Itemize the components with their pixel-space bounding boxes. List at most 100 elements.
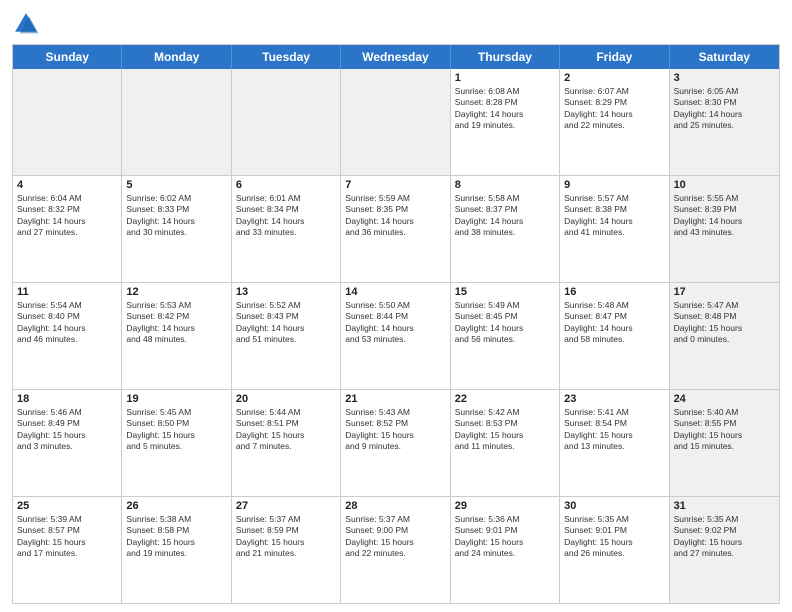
calendar-cell-20: 20 Sunrise: 5:44 AM Sunset: 8:51 PM Dayli… <box>232 390 341 496</box>
calendar-week-1: 1 Sunrise: 6:08 AM Sunset: 8:28 PM Daylig… <box>13 69 779 176</box>
calendar-cell-23: 23Sunrise: 5:41 AM Sunset: 8:54 PM Dayli… <box>560 390 669 496</box>
day-number: 2 <box>564 72 664 84</box>
day-info: Sunrise: 5:46 AM Sunset: 8:49 PM Dayligh… <box>17 407 117 453</box>
day-info: Sunrise: 5:37 AM Sunset: 9:00 PM Dayligh… <box>345 514 445 560</box>
header-day-monday: Monday <box>122 45 231 69</box>
day-info: Sunrise: 6:08 AM Sunset: 8:28 PM Dayligh… <box>455 86 555 132</box>
day-info: Sunrise: 5:37 AM Sunset: 8:59 PM Dayligh… <box>236 514 336 560</box>
calendar-cell-21: 21 Sunrise: 5:43 AM Sunset: 8:52 PM Dayli… <box>341 390 450 496</box>
day-info: Sunrise: 5:36 AM Sunset: 9:01 PM Dayligh… <box>455 514 555 560</box>
calendar-cell-1: 1 Sunrise: 6:08 AM Sunset: 8:28 PM Daylig… <box>451 69 560 175</box>
calendar-cell-25: 25 Sunrise: 5:39 AM Sunset: 8:57 PM Dayli… <box>13 497 122 603</box>
calendar-cell-16: 16Sunrise: 5:48 AM Sunset: 8:47 PM Dayli… <box>560 283 669 389</box>
calendar-week-3: 11 Sunrise: 5:54 AM Sunset: 8:40 PM Dayli… <box>13 283 779 390</box>
calendar-cell-10: 10Sunrise: 5:55 AM Sunset: 8:39 PM Dayli… <box>670 176 779 282</box>
calendar-body: 1 Sunrise: 6:08 AM Sunset: 8:28 PM Daylig… <box>13 69 779 603</box>
header <box>12 10 780 38</box>
calendar-cell-8: 8 Sunrise: 5:58 AM Sunset: 8:37 PM Daylig… <box>451 176 560 282</box>
header-day-sunday: Sunday <box>13 45 122 69</box>
day-info: Sunrise: 6:02 AM Sunset: 8:33 PM Dayligh… <box>126 193 226 239</box>
calendar-week-5: 25 Sunrise: 5:39 AM Sunset: 8:57 PM Dayli… <box>13 497 779 603</box>
day-info: Sunrise: 5:47 AM Sunset: 8:48 PM Dayligh… <box>674 300 775 346</box>
day-info: Sunrise: 6:05 AM Sunset: 8:30 PM Dayligh… <box>674 86 775 132</box>
calendar-header-row: SundayMondayTuesdayWednesdayThursdayFrid… <box>13 45 779 69</box>
page-container: SundayMondayTuesdayWednesdayThursdayFrid… <box>0 0 792 612</box>
calendar-cell-13: 13 Sunrise: 5:52 AM Sunset: 8:43 PM Dayli… <box>232 283 341 389</box>
day-number: 11 <box>17 286 117 298</box>
logo-icon <box>12 10 40 38</box>
day-number: 17 <box>674 286 775 298</box>
day-info: Sunrise: 5:50 AM Sunset: 8:44 PM Dayligh… <box>345 300 445 346</box>
calendar-cell-empty-0-3 <box>341 69 450 175</box>
day-number: 10 <box>674 179 775 191</box>
calendar-cell-7: 7Sunrise: 5:59 AM Sunset: 8:35 PM Daylig… <box>341 176 450 282</box>
day-number: 16 <box>564 286 664 298</box>
header-day-wednesday: Wednesday <box>341 45 450 69</box>
day-number: 25 <box>17 500 117 512</box>
day-number: 14 <box>345 286 445 298</box>
header-day-tuesday: Tuesday <box>232 45 341 69</box>
calendar-cell-17: 17 Sunrise: 5:47 AM Sunset: 8:48 PM Dayli… <box>670 283 779 389</box>
day-info: Sunrise: 5:43 AM Sunset: 8:52 PM Dayligh… <box>345 407 445 453</box>
day-info: Sunrise: 5:39 AM Sunset: 8:57 PM Dayligh… <box>17 514 117 560</box>
calendar-cell-19: 19 Sunrise: 5:45 AM Sunset: 8:50 PM Dayli… <box>122 390 231 496</box>
calendar-cell-3: 3 Sunrise: 6:05 AM Sunset: 8:30 PM Daylig… <box>670 69 779 175</box>
day-number: 6 <box>236 179 336 191</box>
day-info: Sunrise: 6:07 AM Sunset: 8:29 PM Dayligh… <box>564 86 664 132</box>
day-number: 22 <box>455 393 555 405</box>
day-number: 12 <box>126 286 226 298</box>
day-number: 4 <box>17 179 117 191</box>
day-number: 3 <box>674 72 775 84</box>
day-number: 28 <box>345 500 445 512</box>
day-info: Sunrise: 5:35 AM Sunset: 9:01 PM Dayligh… <box>564 514 664 560</box>
calendar-cell-24: 24Sunrise: 5:40 AM Sunset: 8:55 PM Dayli… <box>670 390 779 496</box>
day-info: Sunrise: 5:44 AM Sunset: 8:51 PM Dayligh… <box>236 407 336 453</box>
calendar-cell-12: 12Sunrise: 5:53 AM Sunset: 8:42 PM Dayli… <box>122 283 231 389</box>
day-info: Sunrise: 5:52 AM Sunset: 8:43 PM Dayligh… <box>236 300 336 346</box>
calendar: SundayMondayTuesdayWednesdayThursdayFrid… <box>12 44 780 604</box>
calendar-cell-empty-0-1 <box>122 69 231 175</box>
day-number: 29 <box>455 500 555 512</box>
day-number: 20 <box>236 393 336 405</box>
day-info: Sunrise: 5:54 AM Sunset: 8:40 PM Dayligh… <box>17 300 117 346</box>
calendar-cell-31: 31 Sunrise: 5:35 AM Sunset: 9:02 PM Dayli… <box>670 497 779 603</box>
day-info: Sunrise: 5:58 AM Sunset: 8:37 PM Dayligh… <box>455 193 555 239</box>
calendar-cell-27: 27 Sunrise: 5:37 AM Sunset: 8:59 PM Dayli… <box>232 497 341 603</box>
day-info: Sunrise: 6:04 AM Sunset: 8:32 PM Dayligh… <box>17 193 117 239</box>
calendar-cell-30: 30 Sunrise: 5:35 AM Sunset: 9:01 PM Dayli… <box>560 497 669 603</box>
calendar-week-4: 18 Sunrise: 5:46 AM Sunset: 8:49 PM Dayli… <box>13 390 779 497</box>
day-info: Sunrise: 5:59 AM Sunset: 8:35 PM Dayligh… <box>345 193 445 239</box>
calendar-cell-18: 18 Sunrise: 5:46 AM Sunset: 8:49 PM Dayli… <box>13 390 122 496</box>
calendar-cell-empty-0-2 <box>232 69 341 175</box>
calendar-cell-empty-0-0 <box>13 69 122 175</box>
day-number: 18 <box>17 393 117 405</box>
calendar-cell-22: 22Sunrise: 5:42 AM Sunset: 8:53 PM Dayli… <box>451 390 560 496</box>
day-number: 30 <box>564 500 664 512</box>
calendar-week-2: 4 Sunrise: 6:04 AM Sunset: 8:32 PM Daylig… <box>13 176 779 283</box>
day-info: Sunrise: 5:45 AM Sunset: 8:50 PM Dayligh… <box>126 407 226 453</box>
day-number: 8 <box>455 179 555 191</box>
day-number: 1 <box>455 72 555 84</box>
calendar-cell-28: 28 Sunrise: 5:37 AM Sunset: 9:00 PM Dayli… <box>341 497 450 603</box>
day-number: 27 <box>236 500 336 512</box>
day-number: 15 <box>455 286 555 298</box>
day-info: Sunrise: 6:01 AM Sunset: 8:34 PM Dayligh… <box>236 193 336 239</box>
calendar-cell-4: 4 Sunrise: 6:04 AM Sunset: 8:32 PM Daylig… <box>13 176 122 282</box>
header-day-saturday: Saturday <box>670 45 779 69</box>
day-number: 19 <box>126 393 226 405</box>
day-info: Sunrise: 5:57 AM Sunset: 8:38 PM Dayligh… <box>564 193 664 239</box>
header-day-friday: Friday <box>560 45 669 69</box>
calendar-cell-26: 26Sunrise: 5:38 AM Sunset: 8:58 PM Dayli… <box>122 497 231 603</box>
calendar-cell-15: 15 Sunrise: 5:49 AM Sunset: 8:45 PM Dayli… <box>451 283 560 389</box>
day-info: Sunrise: 5:49 AM Sunset: 8:45 PM Dayligh… <box>455 300 555 346</box>
day-number: 26 <box>126 500 226 512</box>
day-info: Sunrise: 5:35 AM Sunset: 9:02 PM Dayligh… <box>674 514 775 560</box>
calendar-cell-5: 5Sunrise: 6:02 AM Sunset: 8:33 PM Daylig… <box>122 176 231 282</box>
day-number: 31 <box>674 500 775 512</box>
day-number: 13 <box>236 286 336 298</box>
calendar-cell-11: 11 Sunrise: 5:54 AM Sunset: 8:40 PM Dayli… <box>13 283 122 389</box>
calendar-cell-9: 9Sunrise: 5:57 AM Sunset: 8:38 PM Daylig… <box>560 176 669 282</box>
header-day-thursday: Thursday <box>451 45 560 69</box>
day-number: 24 <box>674 393 775 405</box>
day-number: 21 <box>345 393 445 405</box>
